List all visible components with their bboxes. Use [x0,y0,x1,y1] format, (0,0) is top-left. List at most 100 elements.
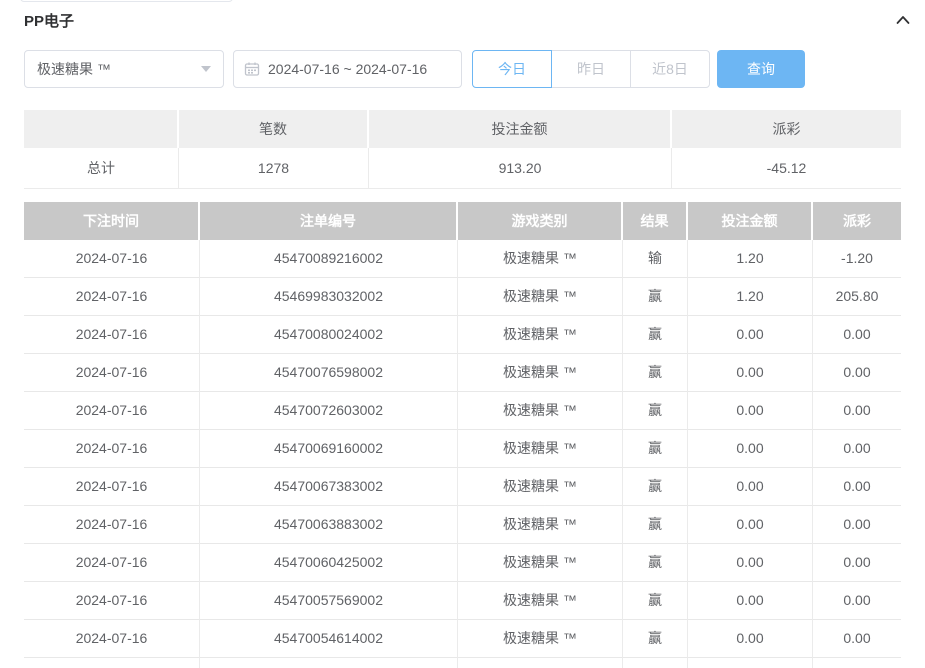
cell-bet-time [24,658,200,668]
cell-order-no: 45470069160002 [200,430,458,468]
summary-total-payout: -45.12 [672,148,901,189]
cell-order-no: 45470076598002 [200,354,458,392]
cell-bet-amount: 1.20 [688,278,813,316]
cell-result: 赢 [623,544,688,582]
cell-payout: 0.00 [813,392,901,430]
cell-game-type: 极速糖果 ™ [458,620,623,658]
summary-column-header-4: 派彩 [672,110,901,148]
pp-electronic-panel: PP电子 极速糖果 ™ [0,0,925,668]
cell-payout: 0.00 [813,354,901,392]
calendar-icon [244,61,260,77]
cell-payout: -1.20 [813,240,901,278]
cell-result: 赢 [623,430,688,468]
cell-result: 赢 [623,468,688,506]
cell-bet-time: 2024-07-16 [24,240,200,278]
table-row: 2024-07-16 45470054614002 极速糖果 ™ 赢 0.00 … [24,620,901,658]
cell-payout: 205.80 [813,278,901,316]
cell-bet-amount: 0.00 [688,468,813,506]
cell-order-no: 45470089216002 [200,240,458,278]
cell-order-no: 45470063883002 [200,506,458,544]
quick-range-button-1[interactable]: 今日 [472,50,552,88]
summary-table: 笔数投注金额派彩 总计 1278 913.20 -45.12 [24,110,901,189]
cell-game-type: 极速糖果 ™ [458,278,623,316]
bets-column-header-4: 结果 [623,202,688,240]
cell-payout: 0.00 [813,468,901,506]
cell-bet-time: 2024-07-16 [24,582,200,620]
summary-column-header-1 [24,110,179,148]
table-row: 2024-07-16 45470072603002 极速糖果 ™ 赢 0.00 … [24,392,901,430]
cell-game-type: 极速糖果 ™ [458,240,623,278]
cell-order-no: 45470054614002 [200,620,458,658]
cell-payout [813,658,901,668]
cell-order-no: 45469983032002 [200,278,458,316]
cell-bet-time: 2024-07-16 [24,544,200,582]
cell-payout: 0.00 [813,544,901,582]
date-range-picker[interactable]: 2024-07-16 ~ 2024-07-16 [233,50,462,88]
cell-bet-time: 2024-07-16 [24,278,200,316]
cell-bet-amount: 0.00 [688,430,813,468]
cell-payout: 0.00 [813,316,901,354]
table-row: 2024-07-16 45470060425002 极速糖果 ™ 赢 0.00 … [24,544,901,582]
panel-header: PP电子 [24,10,913,30]
cell-order-no: 45470057569002 [200,582,458,620]
cell-game-type: 极速糖果 ™ [458,468,623,506]
summary-total-bet-amount: 913.20 [369,148,672,189]
cell-payout: 0.00 [813,430,901,468]
cell-result: 赢 [623,620,688,658]
table-row: 2024-07-16 45470067383002 极速糖果 ™ 赢 0.00 … [24,468,901,506]
table-row: 2024-07-16 45470057569002 极速糖果 ™ 赢 0.00 … [24,582,901,620]
cell-result [623,658,688,668]
cell-result: 赢 [623,278,688,316]
cell-result: 赢 [623,582,688,620]
bets-column-header-6: 派彩 [813,202,901,240]
summary-header-row: 笔数投注金额派彩 [24,110,901,148]
cell-bet-time: 2024-07-16 [24,354,200,392]
cell-payout: 0.00 [813,620,901,658]
summary-total-row: 总计 1278 913.20 -45.12 [24,148,901,189]
cell-result: 赢 [623,392,688,430]
game-select-value: 极速糖果 ™ [37,59,201,79]
cell-bet-amount: 1.20 [688,240,813,278]
table-row: 2024-07-16 45470076598002 极速糖果 ™ 赢 0.00 … [24,354,901,392]
quick-range-button-2[interactable]: 昨日 [551,50,631,88]
cell-order-no: 45470072603002 [200,392,458,430]
cell-bet-amount: 0.00 [688,582,813,620]
cell-bet-time: 2024-07-16 [24,506,200,544]
cell-order-no: 45470067383002 [200,468,458,506]
cell-bet-amount: 0.00 [688,316,813,354]
cell-result: 赢 [623,354,688,392]
cell-result: 赢 [623,506,688,544]
table-row: 2024-07-16 45470089216002 极速糖果 ™ 输 1.20 … [24,240,901,278]
table-row: 2024-07-16 45470080024002 极速糖果 ™ 赢 0.00 … [24,316,901,354]
chevron-down-icon [201,66,211,72]
cell-bet-time: 2024-07-16 [24,468,200,506]
bets-table: 下注时间注单编号游戏类别结果投注金额派彩 2024-07-16 45470089… [24,202,901,668]
cell-bet-amount: 0.00 [688,392,813,430]
game-select[interactable]: 极速糖果 ™ [24,50,224,88]
bets-column-header-3: 游戏类别 [458,202,623,240]
cell-bet-amount: 0.00 [688,620,813,658]
table-row: 2024-07-16 45470069160002 极速糖果 ™ 赢 0.00 … [24,430,901,468]
bets-column-header-1: 下注时间 [24,202,200,240]
page-title: PP电子 [24,13,74,30]
cell-bet-amount: 0.00 [688,506,813,544]
chevron-up-icon [893,17,913,33]
bets-table-header-row: 下注时间注单编号游戏类别结果投注金额派彩 [24,202,901,240]
cell-payout: 0.00 [813,506,901,544]
filter-bar: 极速糖果 ™ 2024-07-16 ~ 2024-07-16 今日昨日近8 [24,50,805,88]
summary-total-label: 总计 [24,148,179,189]
summary-total-count: 1278 [179,148,369,189]
cell-order-no: 45470080024002 [200,316,458,354]
quick-range-button-3[interactable]: 近8日 [630,50,710,88]
cell-order-no: 45470060425002 [200,544,458,582]
cell-game-type: 极速糖果 ™ [458,582,623,620]
table-row: 2024-07-16 45470063883002 极速糖果 ™ 赢 0.00 … [24,506,901,544]
query-button[interactable]: 查询 [717,50,805,88]
bets-column-header-2: 注单编号 [200,202,458,240]
table-row: 2024-07-16 45469983032002 极速糖果 ™ 赢 1.20 … [24,278,901,316]
bets-column-header-5: 投注金额 [688,202,813,240]
cell-game-type [458,658,623,668]
cell-game-type: 极速糖果 ™ [458,506,623,544]
cell-bet-amount: 0.00 [688,544,813,582]
collapse-button[interactable] [893,10,913,30]
